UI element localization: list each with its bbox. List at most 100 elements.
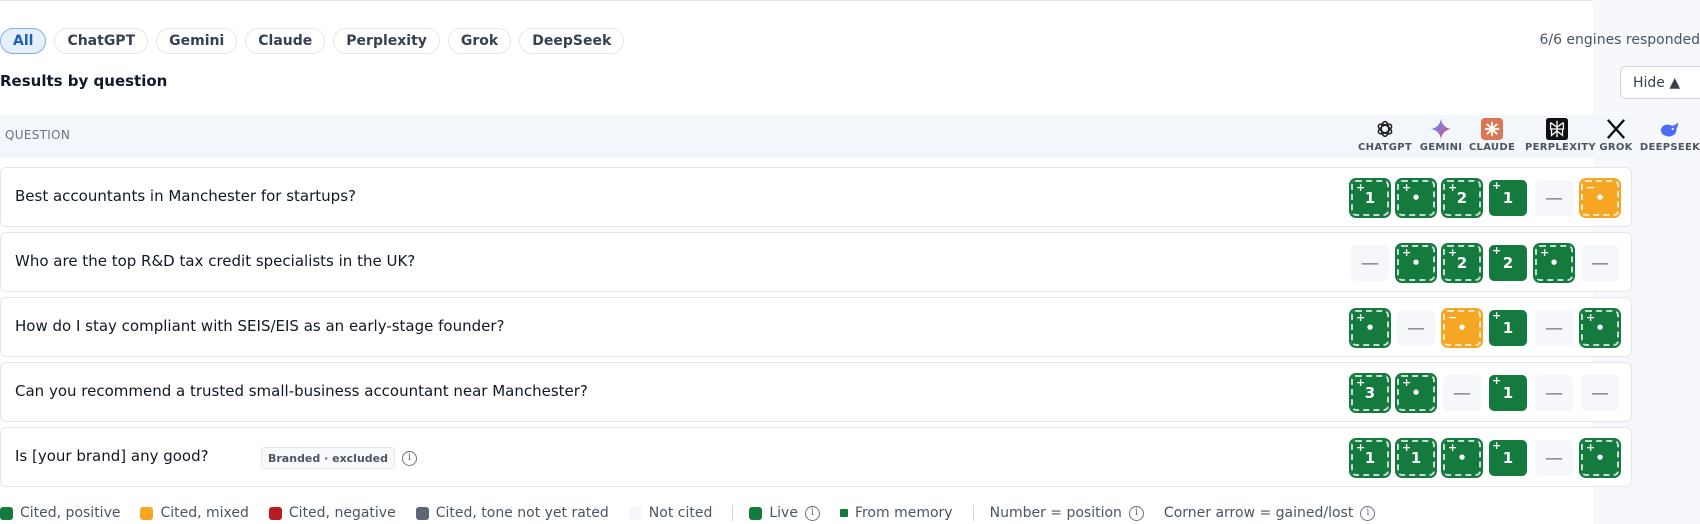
legend: Cited, positive Cited, mixed Cited, nega… bbox=[0, 505, 1395, 521]
corner-arrow-indicator: + bbox=[1492, 309, 1502, 322]
result-cell-perplexity[interactable]: +1 bbox=[1489, 375, 1527, 411]
question-row[interactable]: Best accountants in Manchester for start… bbox=[0, 167, 1632, 227]
legend-not-cited: Not cited bbox=[628, 505, 713, 521]
result-cell-claude[interactable]: — bbox=[1443, 375, 1481, 411]
engine-name: DEEPSEEK bbox=[1639, 142, 1700, 153]
cell-value: 2 bbox=[1456, 189, 1468, 207]
question-row[interactable]: Can you recommend a trusted small-busine… bbox=[0, 362, 1632, 422]
info-icon[interactable]: i bbox=[1128, 505, 1144, 521]
cell-value: • bbox=[1365, 319, 1375, 337]
result-cell-perplexity[interactable]: +1 bbox=[1489, 440, 1527, 476]
grok-logo-icon bbox=[1606, 119, 1626, 139]
result-cell-chatgpt[interactable]: +1 bbox=[1349, 438, 1391, 478]
corner-arrow-indicator: + bbox=[1356, 181, 1366, 194]
cell-value: — bbox=[1361, 252, 1379, 274]
result-cell-claude[interactable]: +2 bbox=[1441, 178, 1483, 218]
result-cell-gemini[interactable]: + • bbox=[1395, 243, 1437, 283]
engine-filter-bar: All ChatGPT Gemini Claude Perplexity Gro… bbox=[0, 28, 625, 54]
result-cell-gemini[interactable]: — bbox=[1397, 310, 1435, 346]
swatch bbox=[268, 506, 282, 520]
engine-name: PERPLEXITY bbox=[1525, 142, 1596, 153]
legend-divider bbox=[732, 505, 734, 521]
corner-arrow-indicator: + bbox=[1492, 374, 1502, 387]
result-cell-deepseek[interactable]: — bbox=[1581, 245, 1619, 281]
swatch bbox=[628, 506, 642, 520]
swatch bbox=[0, 506, 13, 520]
cell-value: • bbox=[1595, 189, 1605, 207]
question-text: Can you recommend a trusted small-busine… bbox=[15, 382, 588, 400]
cell-value: — bbox=[1407, 317, 1425, 339]
chatgpt-logo-icon bbox=[1377, 120, 1393, 138]
corner-arrow-indicator: − bbox=[1448, 311, 1458, 324]
engine-name: GROK bbox=[1599, 142, 1633, 153]
result-cell-perplexity[interactable]: +2 bbox=[1489, 245, 1527, 281]
result-cell-gemini[interactable]: +1 bbox=[1395, 438, 1437, 478]
filter-chip-chatgpt[interactable]: ChatGPT bbox=[54, 28, 149, 54]
legend-live: Live i bbox=[749, 505, 820, 521]
result-cell-grok[interactable]: + • bbox=[1533, 243, 1575, 283]
legend-label: Live bbox=[769, 505, 798, 521]
cell-value: • bbox=[1411, 384, 1421, 402]
legend-label: Number = position bbox=[989, 505, 1122, 521]
result-cell-chatgpt[interactable]: +1 bbox=[1349, 178, 1391, 218]
swatch bbox=[839, 509, 848, 517]
table-header: QUESTION CHATGPT GEMINI CLAUDE PERPLEXIT… bbox=[0, 115, 1700, 158]
corner-arrow-indicator: + bbox=[1448, 246, 1458, 259]
result-cell-claude[interactable]: + • bbox=[1441, 438, 1483, 478]
corner-arrow-indicator: + bbox=[1402, 181, 1412, 194]
result-cell-grok[interactable]: — bbox=[1535, 180, 1573, 216]
question-text: Who are the top R&D tax credit specialis… bbox=[15, 252, 416, 270]
question-text: How do I stay compliant with SEIS/EIS as… bbox=[15, 317, 505, 335]
corner-arrow-indicator: + bbox=[1492, 439, 1502, 452]
result-cell-claude[interactable]: +2 bbox=[1441, 243, 1483, 283]
result-cell-grok[interactable]: — bbox=[1535, 440, 1573, 476]
claude-logo-icon bbox=[1481, 118, 1503, 140]
section-title: Results by question bbox=[0, 72, 168, 90]
result-cell-chatgpt[interactable]: +3 bbox=[1349, 373, 1391, 413]
swatch bbox=[749, 506, 763, 520]
result-cell-deepseek[interactable]: − • bbox=[1579, 178, 1621, 218]
corner-arrow-indicator: + bbox=[1356, 376, 1366, 389]
info-icon[interactable]: i bbox=[1360, 505, 1376, 521]
result-cell-perplexity[interactable]: +1 bbox=[1489, 180, 1527, 216]
corner-arrow-indicator: + bbox=[1402, 441, 1412, 454]
question-row[interactable]: Who are the top R&D tax credit specialis… bbox=[0, 232, 1632, 292]
filter-chip-grok[interactable]: Grok bbox=[447, 28, 512, 54]
result-cell-deepseek[interactable]: + • bbox=[1579, 438, 1621, 478]
result-cell-grok[interactable]: — bbox=[1535, 375, 1573, 411]
legend-cited-positive: Cited, positive bbox=[0, 505, 120, 521]
result-cell-chatgpt[interactable]: — bbox=[1351, 245, 1389, 281]
result-cell-deepseek[interactable]: — bbox=[1581, 375, 1619, 411]
filter-chip-all[interactable]: All bbox=[0, 28, 47, 54]
cell-value: — bbox=[1545, 382, 1563, 404]
question-row[interactable]: How do I stay compliant with SEIS/EIS as… bbox=[0, 297, 1632, 357]
branded-excluded-badge: Branded · excluded bbox=[261, 447, 395, 469]
cell-value: 1 bbox=[1502, 449, 1514, 467]
question-row[interactable]: Is [your brand] any good? Branded · exclu… bbox=[0, 427, 1632, 487]
cell-value: — bbox=[1545, 447, 1563, 469]
filter-chip-gemini[interactable]: Gemini bbox=[156, 28, 238, 54]
info-icon[interactable]: i bbox=[402, 451, 417, 466]
perplexity-logo-icon bbox=[1546, 118, 1568, 140]
swatch bbox=[140, 506, 154, 520]
info-icon[interactable]: i bbox=[804, 505, 820, 521]
corner-arrow-indicator: + bbox=[1356, 311, 1366, 324]
corner-arrow-indicator: + bbox=[1402, 376, 1412, 389]
result-cell-gemini[interactable]: + • bbox=[1395, 373, 1437, 413]
swatch bbox=[415, 506, 429, 520]
result-cell-perplexity[interactable]: +1 bbox=[1489, 310, 1527, 346]
engine-header-grok: GROK bbox=[1586, 118, 1646, 153]
cell-value: • bbox=[1457, 449, 1467, 467]
gemini-logo-icon bbox=[1430, 118, 1452, 140]
legend-number-position: Number = position i bbox=[990, 505, 1144, 521]
filter-chip-claude[interactable]: Claude bbox=[245, 28, 326, 54]
result-cell-chatgpt[interactable]: + • bbox=[1349, 308, 1391, 348]
hide-button[interactable]: Hide ▲ bbox=[1620, 66, 1700, 99]
result-cell-gemini[interactable]: + • bbox=[1395, 178, 1437, 218]
legend-label: Not cited bbox=[648, 505, 713, 521]
filter-chip-deepseek[interactable]: DeepSeek bbox=[519, 28, 625, 54]
result-cell-deepseek[interactable]: + • bbox=[1579, 308, 1621, 348]
result-cell-claude[interactable]: − • bbox=[1441, 308, 1483, 348]
result-cell-grok[interactable]: — bbox=[1535, 310, 1573, 346]
filter-chip-perplexity[interactable]: Perplexity bbox=[333, 28, 440, 54]
